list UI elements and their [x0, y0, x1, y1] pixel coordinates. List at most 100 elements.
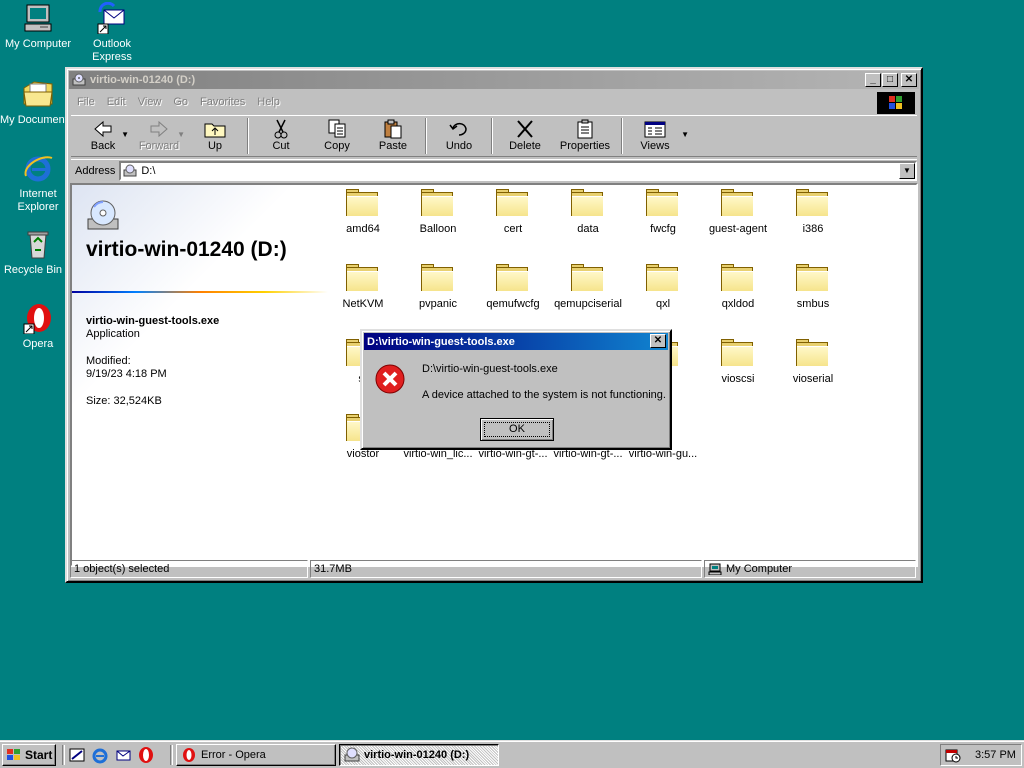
task-label: Error - Opera [201, 749, 266, 761]
internet-explorer-icon[interactable] [91, 746, 109, 764]
forward-button[interactable]: Forward ▼ [131, 116, 187, 156]
task-label: virtio-win-01240 (D:) [364, 749, 470, 761]
dialog-close-button[interactable]: ✕ [650, 334, 666, 348]
chevron-down-icon[interactable]: ▼ [681, 130, 689, 139]
folder-item[interactable]: amd64 [325, 189, 401, 235]
start-button[interactable]: Start [2, 744, 56, 766]
delete-x-icon [513, 119, 537, 139]
standard-toolbar: Back ▼ Forward ▼ Up Cut Copy Paste Undo [71, 115, 917, 157]
menu-view[interactable]: View [132, 96, 168, 108]
cd-drive-icon [344, 747, 360, 763]
menu-go[interactable]: Go [167, 96, 194, 108]
cut-button[interactable]: Cut [253, 116, 309, 156]
my-computer-icon [22, 2, 54, 34]
address-bar: Address D:\ ▼ [71, 159, 917, 181]
folder-item[interactable]: data [550, 189, 626, 235]
copy-label: Copy [324, 140, 350, 152]
delete-button[interactable]: Delete [497, 116, 553, 156]
folder-item[interactable]: smbus [775, 264, 851, 310]
folder-item[interactable]: vioscsi [700, 339, 776, 385]
folder-item[interactable]: Balloon [400, 189, 476, 235]
chevron-down-icon[interactable]: ▼ [177, 130, 185, 139]
toolbar-separator [491, 118, 493, 154]
scheduler-icon[interactable] [945, 747, 961, 763]
folder-item[interactable]: vioserial [775, 339, 851, 385]
clock[interactable]: 3:57 PM [975, 749, 1016, 761]
dialog-message-error: A device attached to the system is not f… [422, 389, 666, 401]
chevron-down-icon[interactable]: ▼ [121, 130, 129, 139]
menu-help[interactable]: Help [251, 96, 286, 108]
menu-favorites[interactable]: Favorites [194, 96, 251, 108]
folder-item[interactable]: qemufwcfg [475, 264, 551, 310]
folder-item[interactable]: qxl [625, 264, 701, 310]
menu-file[interactable]: File [71, 96, 101, 108]
status-zone-label: My Computer [726, 563, 793, 575]
dialog-message-path: D:\virtio-win-guest-tools.exe [422, 363, 558, 375]
system-tray: 3:57 PM [940, 744, 1022, 766]
window-titlebar[interactable]: virtio-win-01240 (D:) _ □ ✕ [69, 71, 919, 89]
explorer-window: virtio-win-01240 (D:) _ □ ✕ File Edit Vi… [65, 67, 923, 583]
modified-value: 9/19/23 4:18 PM [86, 368, 167, 380]
desktop-icon-label: My Documents [0, 114, 66, 126]
folder-label: vioscsi [721, 373, 755, 385]
folder-label: amd64 [346, 223, 380, 235]
undo-button[interactable]: Undo [431, 116, 487, 156]
menu-edit[interactable]: Edit [101, 96, 132, 108]
folder-item[interactable]: guest-agent [700, 189, 776, 235]
windows-logo-icon [6, 748, 22, 762]
title-divider [72, 291, 328, 293]
copy-icon [325, 119, 349, 139]
dialog-titlebar[interactable]: D:\virtio-win-guest-tools.exe ✕ [364, 333, 668, 350]
windows-logo-icon [877, 92, 915, 114]
opera-icon[interactable] [137, 746, 155, 764]
folder-item[interactable]: qxldod [700, 264, 776, 310]
folder-label: vioserial [792, 373, 834, 385]
taskbar-item-explorer[interactable]: virtio-win-01240 (D:) [339, 744, 499, 766]
views-button[interactable]: Views ▼ [627, 116, 689, 156]
folder-item[interactable]: NetKVM [325, 264, 401, 310]
address-dropdown-button[interactable]: ▼ [899, 162, 915, 179]
maximize-button[interactable]: □ [882, 73, 898, 87]
back-label: Back [90, 140, 116, 152]
folder-label: qemufwcfg [486, 298, 540, 310]
outlook-express-icon[interactable] [114, 746, 132, 764]
address-input[interactable]: D:\ ▼ [119, 160, 917, 181]
up-button[interactable]: Up [187, 116, 243, 156]
folder-item[interactable]: fwcfg [625, 189, 701, 235]
folder-item[interactable]: pvpanic [400, 264, 476, 310]
paste-button[interactable]: Paste [365, 116, 421, 156]
copy-button[interactable]: Copy [309, 116, 365, 156]
minimize-button[interactable]: _ [865, 73, 881, 87]
forward-label: Forward [138, 140, 180, 152]
taskbar: Start Error - Opera virtio-win-01240 (D:… [0, 740, 1024, 768]
up-label: Up [207, 140, 223, 152]
desktop-icon-my-computer[interactable]: My Computer [0, 2, 76, 51]
desktop-icon-label: Recycle Bin [3, 264, 63, 276]
back-button[interactable]: Back ▼ [75, 116, 131, 156]
focus-rectangle [484, 422, 550, 437]
folder-label: cert [503, 223, 523, 235]
properties-button[interactable]: Properties [553, 116, 617, 156]
folder-label: data [577, 223, 599, 235]
desktop-icon-label: Outlook Express [92, 38, 132, 63]
folder-label: NetKVM [342, 298, 384, 310]
folder-label: qemupciserial [554, 298, 622, 310]
folder-icon [346, 264, 380, 292]
folder-item[interactable]: i386 [775, 189, 851, 235]
file-size: Size: 32,524KB [86, 395, 162, 407]
folder-item[interactable]: qemupciserial [550, 264, 626, 310]
taskbar-item-error-opera[interactable]: Error - Opera [176, 744, 336, 766]
ok-button[interactable]: OK [480, 418, 554, 441]
folder-icon [571, 264, 605, 292]
back-arrow-icon [91, 119, 115, 139]
folder-icon [571, 189, 605, 217]
views-label: Views [640, 140, 670, 152]
desktop-icon-outlook-express[interactable]: Outlook Express [74, 1, 150, 64]
selected-file-type: Application [86, 328, 140, 340]
folder-icon [721, 189, 755, 217]
internet-explorer-icon [22, 152, 54, 184]
show-desktop-icon[interactable] [68, 746, 86, 764]
folder-item[interactable]: cert [475, 189, 551, 235]
close-button[interactable]: ✕ [901, 73, 917, 87]
menu-bar: File Edit View Go Favorites Help [71, 92, 917, 114]
